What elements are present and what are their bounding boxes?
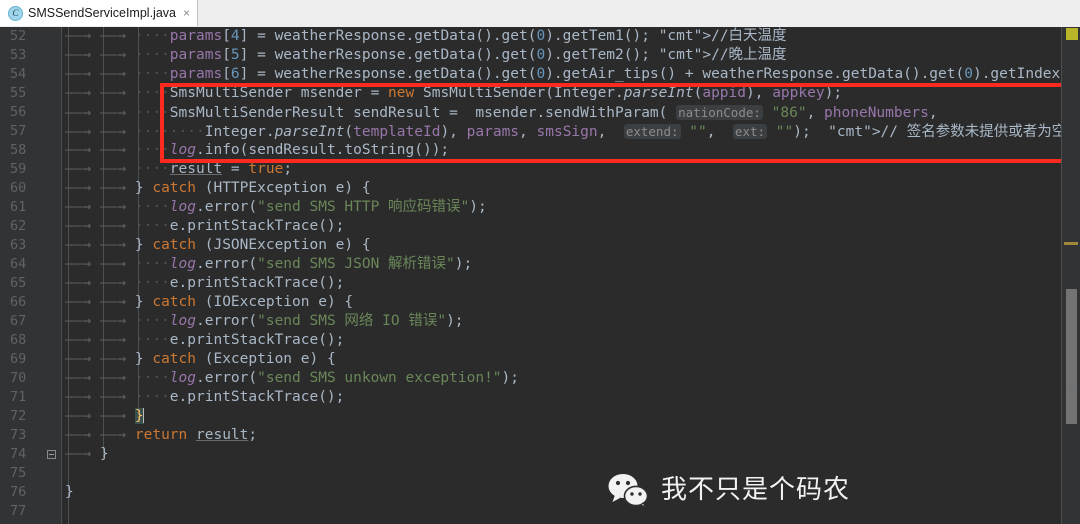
line-number: 70 xyxy=(10,370,27,386)
line-number: 55 xyxy=(10,85,27,101)
wechat-icon xyxy=(608,474,649,507)
code-line[interactable]: 60 ——→ ——→ } catch (HTTPException e) { xyxy=(0,179,1080,198)
code-line[interactable]: 55 ——→ ——→ ····SmsMultiSender msender = n… xyxy=(0,84,1080,103)
scrollbar-thumb[interactable] xyxy=(1066,289,1077,424)
line-number: 62 xyxy=(10,218,27,234)
editor-tab-bar: C SMSSendServiceImpl.java × xyxy=(0,0,1080,28)
code-text: } xyxy=(65,484,74,500)
watermark: 我不只是个码农 xyxy=(608,473,850,507)
tab-label: SMSSendServiceImpl.java xyxy=(28,6,176,20)
code-text: ——→ ——→ ····params[6] = weatherResponse.… xyxy=(65,66,1078,82)
code-line[interactable]: 57 ——→ ——→ ········Integer.parseInt(templ… xyxy=(0,122,1080,141)
code-line[interactable]: 62 ——→ ——→ ····e.printStackTrace(); xyxy=(0,217,1080,236)
code-text: ——→ ——→ return result; xyxy=(65,427,258,443)
code-text: ——→ ——→ ····log.error("send SMS unkown e… xyxy=(65,370,520,386)
code-line[interactable]: 56 ——→ ——→ ····SmsMultiSenderResult sendR… xyxy=(0,103,1080,122)
code-line[interactable]: 68 ——→ ——→ ····e.printStackTrace(); xyxy=(0,331,1080,350)
code-line[interactable]: 75 xyxy=(0,464,1080,483)
code-text: ——→ ——→ } catch (JSONException e) { xyxy=(65,237,371,253)
tab-smssendserviceimpl-java[interactable]: C SMSSendServiceImpl.java × xyxy=(0,0,198,26)
code-line[interactable]: 71 ——→ ——→ ····e.printStackTrace(); xyxy=(0,388,1080,407)
code-text: ——→ } xyxy=(65,446,109,462)
line-number: 65 xyxy=(10,275,27,291)
code-text: ——→ ——→ ····params[5] = weatherResponse.… xyxy=(65,47,787,63)
code-text: ——→ ——→ ····result = true; xyxy=(65,161,293,177)
code-text: ——→ ——→ ····e.printStackTrace(); xyxy=(65,389,345,405)
line-number: 69 xyxy=(10,351,27,367)
code-text: ——→ ——→ } catch (Exception e) { xyxy=(65,351,336,367)
code-line[interactable]: 72 ——→ ——→ } xyxy=(0,407,1080,426)
code-line[interactable]: 77 xyxy=(0,502,1080,521)
line-number: 76 xyxy=(10,484,27,500)
code-text: ——→ ——→ ····e.printStackTrace(); xyxy=(65,218,345,234)
line-number: 77 xyxy=(10,503,27,519)
line-number: 63 xyxy=(10,237,27,253)
line-number: 52 xyxy=(10,28,27,44)
line-number: 57 xyxy=(10,123,27,139)
modified-line-marker[interactable] xyxy=(1064,242,1078,245)
line-number: 54 xyxy=(10,66,27,82)
line-number: 53 xyxy=(10,47,27,63)
scrollbar-track[interactable] xyxy=(1062,27,1080,524)
code-text: ——→ ——→ ····params[4] = weatherResponse.… xyxy=(65,28,787,44)
line-number: 68 xyxy=(10,332,27,348)
code-line[interactable]: 65 ——→ ——→ ····e.printStackTrace(); xyxy=(0,274,1080,293)
line-number: 58 xyxy=(10,142,27,158)
code-line[interactable]: 63 ——→ ——→ } catch (JSONException e) { xyxy=(0,236,1080,255)
code-text: ——→ ——→ ····SmsMultiSender msender = new… xyxy=(65,85,843,101)
code-line[interactable]: 52 ——→ ——→ ····params[4] = weatherRespons… xyxy=(0,27,1080,46)
line-number: 59 xyxy=(10,161,27,177)
code-line[interactable]: 54 ——→ ——→ ····params[6] = weatherRespons… xyxy=(0,65,1080,84)
line-number: 73 xyxy=(10,427,27,443)
code-line[interactable]: 70 ——→ ——→ ····log.error("send SMS unkown… xyxy=(0,369,1080,388)
code-text: ——→ ——→ ····log.error("send SMS JSON 解析错… xyxy=(65,256,473,272)
line-number: 75 xyxy=(10,465,27,481)
watermark-text: 我不只是个码农 xyxy=(661,475,851,505)
code-fold-icon[interactable] xyxy=(47,450,56,459)
code-line[interactable]: 66 ——→ ——→ } catch (IOException e) { xyxy=(0,293,1080,312)
code-line[interactable]: 69 ——→ ——→ } catch (Exception e) { xyxy=(0,350,1080,369)
code-line[interactable]: 76} xyxy=(0,483,1080,502)
code-line[interactable]: 59 ——→ ——→ ····result = true; xyxy=(0,160,1080,179)
code-text: ——→ ——→ ····SmsMultiSenderResult sendRes… xyxy=(65,105,938,121)
code-text: ——→ ——→ ····log.error("send SMS 网络 IO 错误… xyxy=(65,313,464,329)
code-line[interactable]: 73 ——→ ——→ return result; xyxy=(0,426,1080,445)
line-number: 56 xyxy=(10,104,27,120)
java-class-icon: C xyxy=(8,5,23,21)
code-line[interactable]: 53 ——→ ——→ ····params[5] = weatherRespons… xyxy=(0,46,1080,65)
tab-bar-empty-space xyxy=(198,0,1080,27)
code-line[interactable]: 58 ——→ ——→ ····log.info(sendResult.toStri… xyxy=(0,141,1080,160)
code-lines[interactable]: 52 ——→ ——→ ····params[4] = weatherRespons… xyxy=(0,27,1080,524)
line-number: 71 xyxy=(10,389,27,405)
line-number: 60 xyxy=(10,180,27,196)
ide-window: C SMSSendServiceImpl.java × 52 ——→ ——→ ··… xyxy=(0,0,1080,524)
code-text: ——→ ——→ ····log.info(sendResult.toString… xyxy=(65,142,450,158)
warning-marker-icon[interactable] xyxy=(1066,28,1078,40)
code-line[interactable]: 74 ——→ } xyxy=(0,445,1080,464)
code-text: ——→ ——→ } catch (IOException e) { xyxy=(65,294,354,310)
line-number: 66 xyxy=(10,294,27,310)
code-line[interactable]: 61 ——→ ——→ ····log.error("send SMS HTTP 响… xyxy=(0,198,1080,217)
line-number: 67 xyxy=(10,313,27,329)
line-number: 61 xyxy=(10,199,27,215)
scroll-down-arrow-icon[interactable] xyxy=(1068,387,1076,392)
code-editor[interactable]: 52 ——→ ——→ ····params[4] = weatherRespons… xyxy=(0,27,1080,524)
code-line[interactable]: 64 ——→ ——→ ····log.error("send SMS JSON 解… xyxy=(0,255,1080,274)
line-number: 72 xyxy=(10,408,27,424)
code-text: ——→ ——→ ····e.printStackTrace(); xyxy=(65,332,345,348)
code-text: ——→ ——→ ····log.error("send SMS HTTP 响应码… xyxy=(65,199,487,215)
code-text: ——→ ——→ } catch (HTTPException e) { xyxy=(65,180,371,196)
code-text: ——→ ——→ ····e.printStackTrace(); xyxy=(65,275,345,291)
code-text: ——→ ——→ } xyxy=(65,408,144,424)
line-number: 74 xyxy=(10,446,27,462)
code-line[interactable]: 67 ——→ ——→ ····log.error("send SMS 网络 IO … xyxy=(0,312,1080,331)
close-icon[interactable]: × xyxy=(181,6,190,20)
code-text: ——→ ——→ ········Integer.parseInt(templat… xyxy=(65,124,1080,140)
line-number: 64 xyxy=(10,256,27,272)
